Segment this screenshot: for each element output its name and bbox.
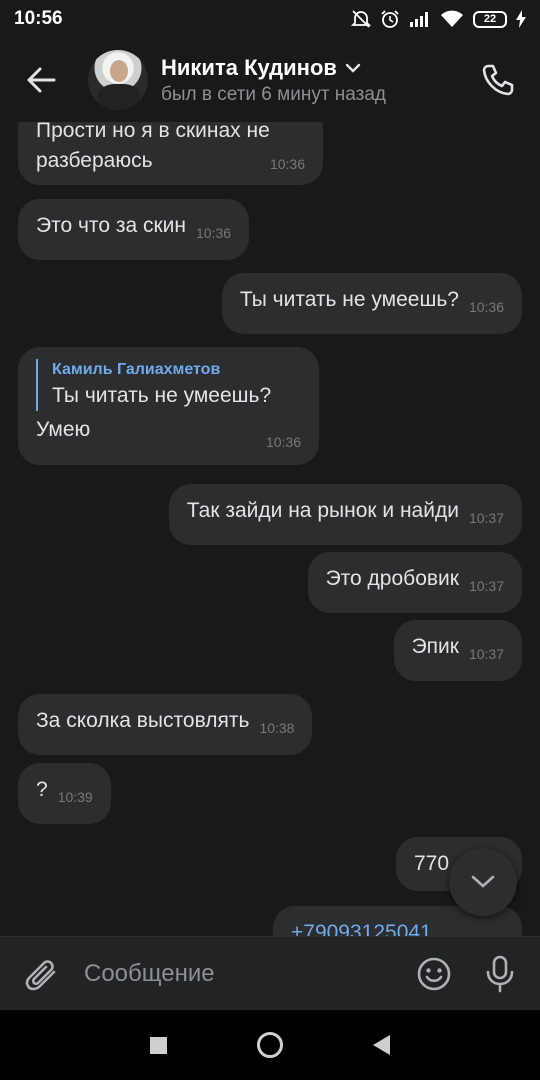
message-time: 10:36 — [468, 299, 504, 315]
paperclip-icon — [25, 959, 56, 990]
message-bubble-outgoing[interactable]: Так зайди на рынок и найди 10:37 — [168, 484, 522, 545]
message-bubble-outgoing[interactable]: Это дробовик 10:37 — [307, 552, 522, 613]
message-text: Так зайди на рынок и найди — [186, 499, 459, 522]
message-time: 10:37 — [468, 510, 504, 526]
message-text: Это что за скин — [36, 214, 186, 237]
message-list[interactable]: Прости но я в скинах не разбераюсь 10:36… — [0, 122, 540, 936]
battery-level: 22 — [483, 13, 497, 25]
phone-icon — [482, 64, 514, 96]
call-button[interactable] — [476, 58, 520, 102]
chevron-down-icon — [345, 63, 361, 73]
message-bubble-incoming-reply[interactable]: Камиль Галиахметов Ты читать не умеешь? … — [18, 347, 319, 465]
emoji-button[interactable] — [412, 952, 456, 996]
avatar[interactable] — [88, 50, 148, 110]
message-time: 10:37 — [468, 578, 504, 594]
status-icons: 22 — [351, 9, 526, 29]
message-time: 10:37 — [468, 646, 504, 662]
alarm-off-icon — [351, 10, 371, 28]
arrow-left-icon — [27, 67, 56, 93]
message-text: Эпик — [411, 635, 459, 658]
message-bubble-incoming[interactable]: Это что за скин 10:36 — [18, 199, 250, 260]
charging-icon — [516, 10, 526, 28]
smile-icon — [417, 957, 451, 990]
attach-button[interactable] — [22, 954, 62, 994]
message-time: 10:39 — [57, 789, 93, 805]
message-text: Это дробовик — [325, 567, 459, 590]
message-text: Прости но я в скинах не разбераюсь — [36, 122, 270, 172]
alarm-icon — [381, 10, 399, 28]
status-time: 10:56 — [14, 8, 63, 29]
contact-name: Никита Кудинов — [161, 54, 337, 80]
contact-status: был в сети 6 минут назад — [161, 83, 387, 105]
back-nav-button[interactable] — [373, 1035, 390, 1055]
message-text: За сколка выстовлять — [36, 709, 250, 732]
phone-link[interactable]: +79093125041 — [291, 921, 432, 936]
home-button[interactable] — [257, 1032, 283, 1058]
contact-title[interactable]: Никита Кудинов был в сети 6 минут назад — [161, 55, 386, 106]
reply-author: Камиль Галиахметов — [52, 361, 221, 378]
recent-apps-button[interactable] — [150, 1036, 167, 1054]
message-text: ? — [36, 778, 48, 801]
battery-indicator: 22 — [473, 10, 507, 28]
back-button[interactable] — [12, 51, 70, 109]
scroll-down-button[interactable] — [449, 848, 517, 916]
wifi-icon — [441, 10, 463, 27]
message-text: Ты читать не умеешь? — [239, 288, 459, 311]
message-text: 770 — [414, 852, 450, 875]
message-bubble-outgoing[interactable]: Ты читать не умеешь? 10:36 — [221, 273, 522, 334]
message-bubble-outgoing[interactable]: Эпик 10:37 — [393, 620, 522, 681]
message-input[interactable] — [84, 959, 384, 988]
system-nav-bar — [0, 1010, 540, 1080]
message-time: 10:36 — [269, 156, 305, 172]
chevron-down-icon — [471, 875, 495, 888]
signal-icon — [410, 12, 428, 27]
message-bubble-incoming[interactable]: Прости но я в скинах не разбераюсь 10:36 — [18, 122, 323, 185]
chat-header: Никита Кудинов был в сети 6 минут назад — [0, 38, 540, 122]
message-composer — [0, 936, 540, 1010]
message-time: 10:38 — [259, 720, 295, 736]
reply-quote[interactable]: Камиль Галиахметов Ты читать не умеешь? — [36, 359, 301, 411]
message-time: 10:36 — [195, 225, 232, 241]
microphone-icon — [486, 955, 514, 992]
reply-text: Ты читать не умеешь? — [52, 384, 272, 407]
message-time: 10:36 — [265, 434, 301, 450]
status-bar: 10:56 22 — [0, 0, 540, 38]
voice-message-button[interactable] — [478, 952, 522, 996]
message-bubble-incoming[interactable]: За сколка выстовлять 10:38 — [18, 694, 313, 755]
message-bubble-incoming[interactable]: ? 10:39 — [18, 763, 111, 824]
message-text: Умею — [36, 418, 91, 441]
